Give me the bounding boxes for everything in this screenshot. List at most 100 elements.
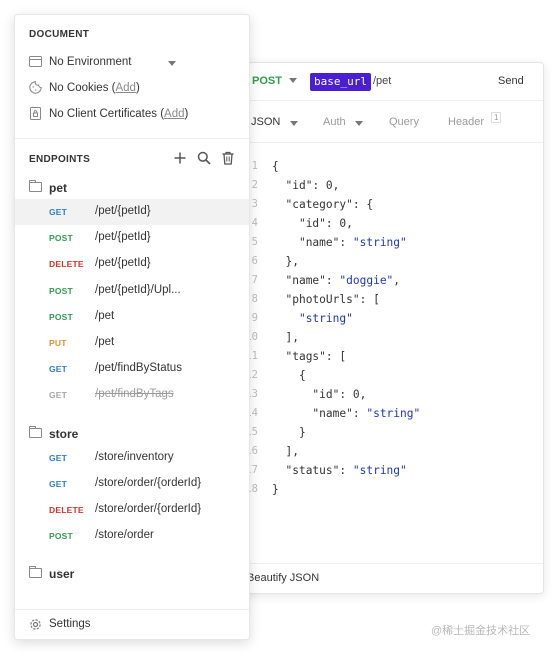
add-cookies-link[interactable]: Add [115,82,135,94]
endpoint-row[interactable]: GET/pet/{petId} [15,199,249,225]
endpoint-path: /pet/findByStatus [95,362,182,375]
group-label: pet [49,181,67,195]
url-variable-tag[interactable]: base_url [310,73,371,91]
endpoint-method-badge: DELETE [49,505,84,515]
endpoint-path: /store/order [95,529,154,542]
tab-body-json[interactable]: JSON [251,116,280,128]
chevron-down-icon[interactable] [289,78,297,83]
endpoint-method-badge: GET [49,364,68,375]
endpoint-method-badge: GET [49,452,68,463]
request-tabs: JSON Auth Query Header 1 [201,101,543,143]
cookie-icon [29,81,42,94]
endpoint-method-badge: GET [49,478,68,489]
folder-icon [29,425,42,438]
endpoint-path: /pet/{petId} [95,205,151,217]
add-certificate-link[interactable]: Add [164,108,184,120]
endpoint-path: /pet/{petId} [95,231,151,244]
endpoint-path: /store/order/{orderId} [95,503,202,515]
code-text: } [272,426,306,439]
code-text: "string" [298,312,353,325]
endpoint-row[interactable]: POST/pet/{petId}/Upl... [15,278,249,304]
settings-button[interactable]: Settings [15,609,249,639]
code-text: "name": "string" [312,407,421,420]
endpoint-row[interactable]: GET/store/order/{orderId} [15,471,249,497]
cookies-label: No Cookies [49,82,109,94]
document-section-title: DOCUMENT [29,29,90,40]
url-bar: POST base_url /pet Send [201,63,543,101]
endpoint-group-pet[interactable]: pet [29,178,239,200]
environment-label: No Environment [49,56,132,68]
code-text: ], [272,331,299,344]
endpoint-path: /pet/{petId} [95,257,151,270]
code-text: "tags": [ [285,350,347,363]
endpoint-path: /store/inventory [95,450,174,463]
chevron-down-icon[interactable] [168,61,176,66]
code-text: "id": 0, [298,217,353,230]
endpoint-method-badge: DELETE [49,259,84,270]
endpoint-method-badge: POST [49,233,73,244]
code-text: "id": 0, [312,388,367,401]
code-text: }, [272,255,299,268]
chevron-down-icon[interactable] [355,121,363,126]
cookies-row: No Cookies (Add) [29,79,239,99]
tab-query[interactable]: Query [389,116,419,128]
endpoint-path: /pet [95,309,115,322]
endpoint-row[interactable]: POST/pet [15,304,249,330]
send-button[interactable]: Send [498,75,524,87]
code-text: "category": { [285,198,374,211]
environment-select[interactable]: No Environment [29,53,239,73]
certificates-label: No Client Certificates [49,108,158,120]
endpoint-method-badge: POST [49,531,73,542]
gear-icon [30,619,41,630]
divider [15,138,249,139]
beautify-json-button[interactable]: Beautify JSON [247,572,319,584]
certificates-row: No Client Certificates (Add) [29,105,239,125]
plus-icon[interactable] [173,151,187,165]
endpoint-row[interactable]: GET/pet/findByStatus [15,356,249,382]
http-method-select[interactable]: POST [252,75,282,87]
endpoint-row[interactable]: DELETE/pet/{petId} [15,251,249,277]
endpoint-method-badge: PUT [49,338,67,348]
certificate-icon [30,107,41,120]
window-icon [29,56,42,67]
endpoint-row[interactable]: GET/pet/findByTags [15,382,249,408]
trash-icon[interactable] [221,151,235,165]
chevron-down-icon[interactable] [290,121,298,126]
code-text: "status": "string" [285,464,407,477]
endpoint-row[interactable]: PUT/pet [15,330,249,356]
code-text: "name": "doggie", [285,274,401,287]
code-text: { [272,369,306,382]
endpoint-path: /pet/{petId}/Upl... [95,283,181,296]
folder-icon [29,566,42,579]
code-text: { [272,160,279,173]
endpoint-row[interactable]: POST/store/order [15,523,249,549]
code-text: "id": 0, [285,179,340,192]
endpoint-method-badge: GET [49,207,68,217]
endpoint-group-store[interactable]: store [29,424,239,446]
document-sidebar: DOCUMENT No Environment No Cookies (Add)… [14,14,250,640]
tab-auth[interactable]: Auth [323,116,346,128]
endpoint-row[interactable]: GET/store/inventory [15,445,249,471]
tab-header[interactable]: Header [448,116,484,128]
endpoint-method-badge: POST [49,285,73,296]
code-text: "name": "string" [298,236,407,249]
search-icon[interactable] [197,151,211,165]
endpoint-group-user[interactable]: user [29,564,239,586]
endpoint-path: /pet [95,336,115,348]
url-path-input[interactable]: /pet [373,75,391,87]
code-text: "photoUrls": [ [285,293,380,306]
endpoint-method-badge: GET [49,390,68,401]
endpoint-path: /store/order/{orderId} [95,476,202,489]
settings-label: Settings [49,618,91,630]
endpoint-row[interactable]: DELETE/store/order/{orderId} [15,497,249,523]
endpoint-row[interactable]: POST/pet/{petId} [15,225,249,251]
watermark-text: @稀土掘金技术社区 [431,625,531,637]
endpoint-path: /pet/findByTags [95,388,174,401]
group-label: user [49,567,75,582]
request-editor-panel: POST base_url /pet Send JSON Auth Query … [200,62,544,594]
code-text: } [272,483,279,496]
folder-icon [29,180,42,192]
code-text: ], [272,445,299,458]
group-label: store [49,426,79,441]
endpoint-method-badge: POST [49,311,73,322]
